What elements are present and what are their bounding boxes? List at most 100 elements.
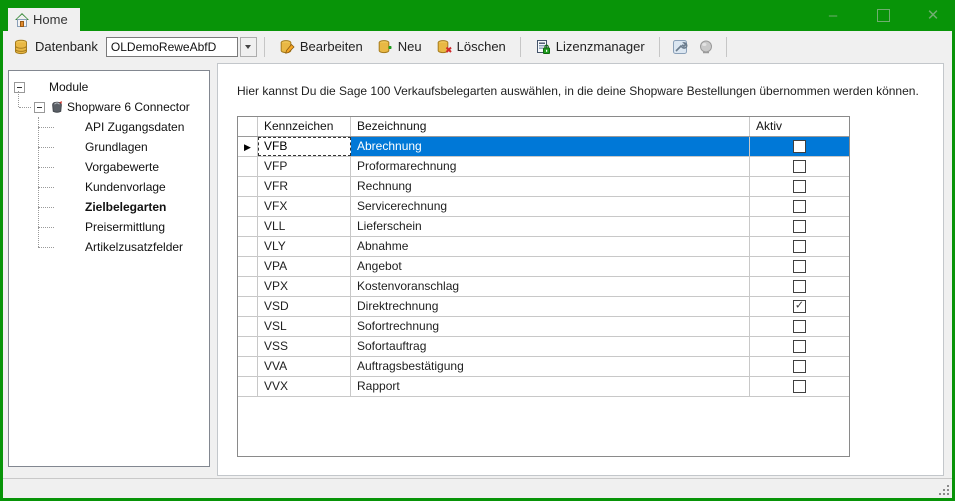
cell-bezeichnung[interactable]: Abnahme: [351, 237, 750, 256]
maximize-button[interactable]: [871, 4, 895, 28]
table-row[interactable]: VPAAngebot: [238, 257, 849, 277]
cell-aktiv[interactable]: [750, 337, 849, 356]
cell-kennzeichen[interactable]: VSL: [258, 317, 351, 336]
cell-bezeichnung[interactable]: Abrechnung: [351, 137, 750, 156]
column-header-aktiv[interactable]: Aktiv: [750, 117, 849, 136]
row-selector-cell[interactable]: [238, 297, 258, 316]
row-selector-cell[interactable]: [238, 337, 258, 356]
row-selector-cell[interactable]: [238, 157, 258, 176]
cell-kennzeichen[interactable]: VSS: [258, 337, 351, 356]
row-selector-cell[interactable]: [238, 317, 258, 336]
cell-bezeichnung[interactable]: Lieferschein: [351, 217, 750, 236]
collapse-icon[interactable]: [14, 82, 25, 93]
cell-bezeichnung[interactable]: Proformarechnung: [351, 157, 750, 176]
cell-bezeichnung[interactable]: Auftragsbestätigung: [351, 357, 750, 376]
cell-bezeichnung[interactable]: Sofortrechnung: [351, 317, 750, 336]
cell-bezeichnung[interactable]: Kostenvoranschlag: [351, 277, 750, 296]
table-row[interactable]: VSSSofortauftrag: [238, 337, 849, 357]
cell-aktiv[interactable]: [750, 357, 849, 376]
aktiv-checkbox[interactable]: [793, 320, 806, 333]
tree-item-grundlagen[interactable]: Grundlagen: [9, 137, 209, 157]
aktiv-checkbox[interactable]: [793, 200, 806, 213]
tree-node-module[interactable]: Module: [9, 77, 209, 97]
table-row[interactable]: ▶VFBAbrechnung: [238, 137, 849, 157]
cell-kennzeichen[interactable]: VVX: [258, 377, 351, 396]
cell-bezeichnung[interactable]: Direktrechnung: [351, 297, 750, 316]
cell-aktiv[interactable]: [750, 177, 849, 196]
row-selector-cell[interactable]: [238, 217, 258, 236]
aktiv-checkbox[interactable]: [793, 360, 806, 373]
aktiv-checkbox[interactable]: [793, 240, 806, 253]
column-header-kennzeichen[interactable]: Kennzeichen: [258, 117, 351, 136]
row-selector-cell[interactable]: [238, 277, 258, 296]
cell-kennzeichen[interactable]: VPX: [258, 277, 351, 296]
datenbank-dropdown-button[interactable]: [240, 37, 257, 57]
column-header-bezeichnung[interactable]: Bezeichnung: [351, 117, 750, 136]
aktiv-checkbox[interactable]: [793, 180, 806, 193]
cell-bezeichnung[interactable]: Sofortauftrag: [351, 337, 750, 356]
tree-node-connector[interactable]: Shopware 6 Connector: [9, 97, 209, 117]
resize-grip-icon[interactable]: [938, 484, 949, 495]
tab-home[interactable]: Home: [8, 8, 80, 31]
aktiv-checkbox[interactable]: [793, 220, 806, 233]
tree-item-label[interactable]: API Zugangsdaten: [85, 117, 184, 137]
cell-aktiv[interactable]: [750, 317, 849, 336]
tree-item-vorgabewerte[interactable]: Vorgabewerte: [9, 157, 209, 177]
row-selector-cell[interactable]: [238, 237, 258, 256]
cell-kennzeichen[interactable]: VFR: [258, 177, 351, 196]
tree-item-kundenvorlage[interactable]: Kundenvorlage: [9, 177, 209, 197]
minimize-button[interactable]: –: [821, 4, 845, 28]
row-selector-cell[interactable]: [238, 357, 258, 376]
cell-kennzeichen[interactable]: VPA: [258, 257, 351, 276]
table-row[interactable]: VSDDirektrechnung✓: [238, 297, 849, 317]
table-row[interactable]: VSLSofortrechnung: [238, 317, 849, 337]
table-row[interactable]: VLLLieferschein: [238, 217, 849, 237]
row-selector-cell[interactable]: [238, 177, 258, 196]
row-selector-cell[interactable]: ▶: [238, 137, 258, 156]
tree-item-api-zugangsdaten[interactable]: API Zugangsdaten: [9, 117, 209, 137]
help-button[interactable]: [693, 35, 719, 59]
bearbeiten-button[interactable]: Bearbeiten: [272, 35, 370, 59]
cell-kennzeichen[interactable]: VFB: [258, 137, 351, 156]
tree-item-label[interactable]: Preisermittlung: [85, 217, 165, 237]
cell-aktiv[interactable]: [750, 277, 849, 296]
cell-aktiv[interactable]: [750, 217, 849, 236]
aktiv-checkbox[interactable]: [793, 380, 806, 393]
cell-aktiv[interactable]: ✓: [750, 297, 849, 316]
tree-item-label[interactable]: Vorgabewerte: [85, 157, 159, 177]
cell-aktiv[interactable]: [750, 237, 849, 256]
tree-item-preisermittlung[interactable]: Preisermittlung: [9, 217, 209, 237]
collapse-icon[interactable]: [34, 102, 45, 113]
aktiv-checkbox[interactable]: [793, 140, 806, 153]
table-row[interactable]: VFPProformarechnung: [238, 157, 849, 177]
cell-kennzeichen[interactable]: VFX: [258, 197, 351, 216]
row-selector-cell[interactable]: [238, 257, 258, 276]
tree-item-label[interactable]: Kundenvorlage: [85, 177, 166, 197]
table-row[interactable]: VVXRapport: [238, 377, 849, 397]
table-row[interactable]: VVAAuftragsbestätigung: [238, 357, 849, 377]
tree-item-label[interactable]: Zielbelegarten: [85, 197, 166, 217]
cell-aktiv[interactable]: [750, 157, 849, 176]
lizenzmanager-button[interactable]: Lizenzmanager: [528, 35, 652, 59]
cell-aktiv[interactable]: [750, 257, 849, 276]
titlebar[interactable]: Home – ✕: [0, 0, 955, 31]
cell-kennzeichen[interactable]: VVA: [258, 357, 351, 376]
close-button[interactable]: ✕: [921, 4, 945, 28]
cell-bezeichnung[interactable]: Servicerechnung: [351, 197, 750, 216]
tree-node-module-label[interactable]: Module: [49, 77, 88, 97]
cell-bezeichnung[interactable]: Rechnung: [351, 177, 750, 196]
cell-kennzeichen[interactable]: VLY: [258, 237, 351, 256]
cell-aktiv[interactable]: [750, 137, 849, 156]
neu-button[interactable]: Neu: [370, 35, 429, 59]
table-row[interactable]: VFRRechnung: [238, 177, 849, 197]
aktiv-checkbox[interactable]: [793, 340, 806, 353]
aktiv-checkbox[interactable]: ✓: [793, 300, 806, 313]
cell-aktiv[interactable]: [750, 377, 849, 396]
tree-node-connector-label[interactable]: Shopware 6 Connector: [67, 97, 190, 117]
datenbank-input[interactable]: [106, 37, 238, 57]
cell-aktiv[interactable]: [750, 197, 849, 216]
loeschen-button[interactable]: Löschen: [429, 35, 513, 59]
tree-item-zielbelegarten[interactable]: Zielbelegarten: [9, 197, 209, 217]
cell-kennzeichen[interactable]: VFP: [258, 157, 351, 176]
cell-bezeichnung[interactable]: Rapport: [351, 377, 750, 396]
